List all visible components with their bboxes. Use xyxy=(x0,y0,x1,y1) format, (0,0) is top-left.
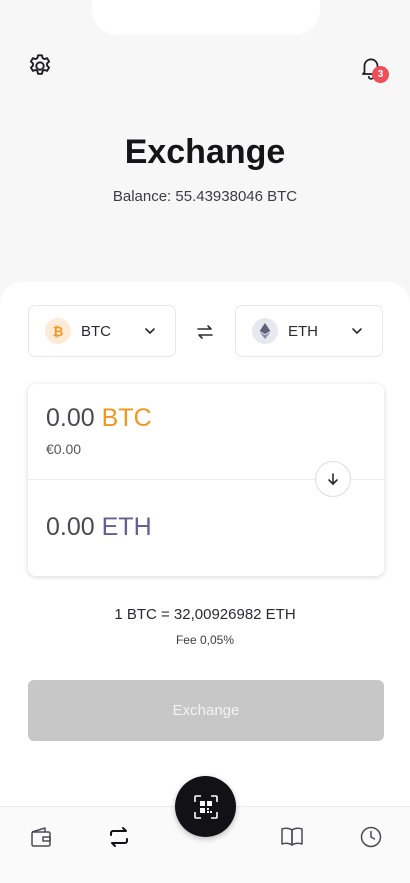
tab-wallet[interactable] xyxy=(28,824,54,850)
fee-text: Fee 0,05% xyxy=(175,633,235,647)
clock-icon xyxy=(360,826,382,848)
amount-card: 0.00 BTC €0.00 0.00 ETH xyxy=(28,384,384,576)
exchange-screen: 3 Exchange Balance: 55.43938046 BTC ₿ BT… xyxy=(0,0,410,883)
wallet-icon xyxy=(31,827,51,847)
btc-coin-icon: ₿ xyxy=(45,318,71,344)
device-notch xyxy=(92,0,320,35)
exchange-rate: 1 BTC = 32,00926982 ETH xyxy=(114,606,296,623)
gear-icon xyxy=(29,54,51,75)
arrow-down-icon xyxy=(328,473,338,485)
balance-text: Balance: 55.43938046 BTC xyxy=(112,188,298,205)
swap-arrows-icon[interactable] xyxy=(193,320,217,344)
qr-scan-icon xyxy=(193,794,218,819)
swap-direction-button[interactable] xyxy=(315,461,351,497)
from-currency-label: BTC xyxy=(81,322,111,340)
to-amount-value: 0.00 xyxy=(46,513,95,541)
eth-coin-icon xyxy=(252,318,278,344)
to-currency-select[interactable]: ETH xyxy=(235,305,383,357)
chevron-down-icon xyxy=(145,328,155,334)
page-title: Exchange xyxy=(124,133,286,171)
book-icon xyxy=(281,827,303,846)
exchange-button[interactable]: Exchange xyxy=(28,680,384,741)
chevron-down-icon xyxy=(352,328,362,334)
to-amount-input[interactable]: 0.00 ETH xyxy=(46,513,152,542)
swap-icon xyxy=(110,827,128,847)
from-amount-value: 0.00 xyxy=(46,404,95,432)
tab-book[interactable] xyxy=(279,824,305,850)
settings-button[interactable] xyxy=(24,50,56,82)
from-amount-input[interactable]: 0.00 BTC xyxy=(46,404,152,433)
from-amount-currency: BTC xyxy=(101,404,152,432)
scan-qr-button[interactable] xyxy=(175,776,236,837)
notification-badge: 3 xyxy=(372,66,389,83)
tab-exchange[interactable] xyxy=(106,824,132,850)
tab-history[interactable] xyxy=(358,824,384,850)
to-amount-currency: ETH xyxy=(101,513,152,541)
to-currency-label: ETH xyxy=(288,322,318,340)
from-fiat-value: €0.00 xyxy=(46,441,82,457)
from-currency-select[interactable]: ₿ BTC xyxy=(28,305,176,357)
